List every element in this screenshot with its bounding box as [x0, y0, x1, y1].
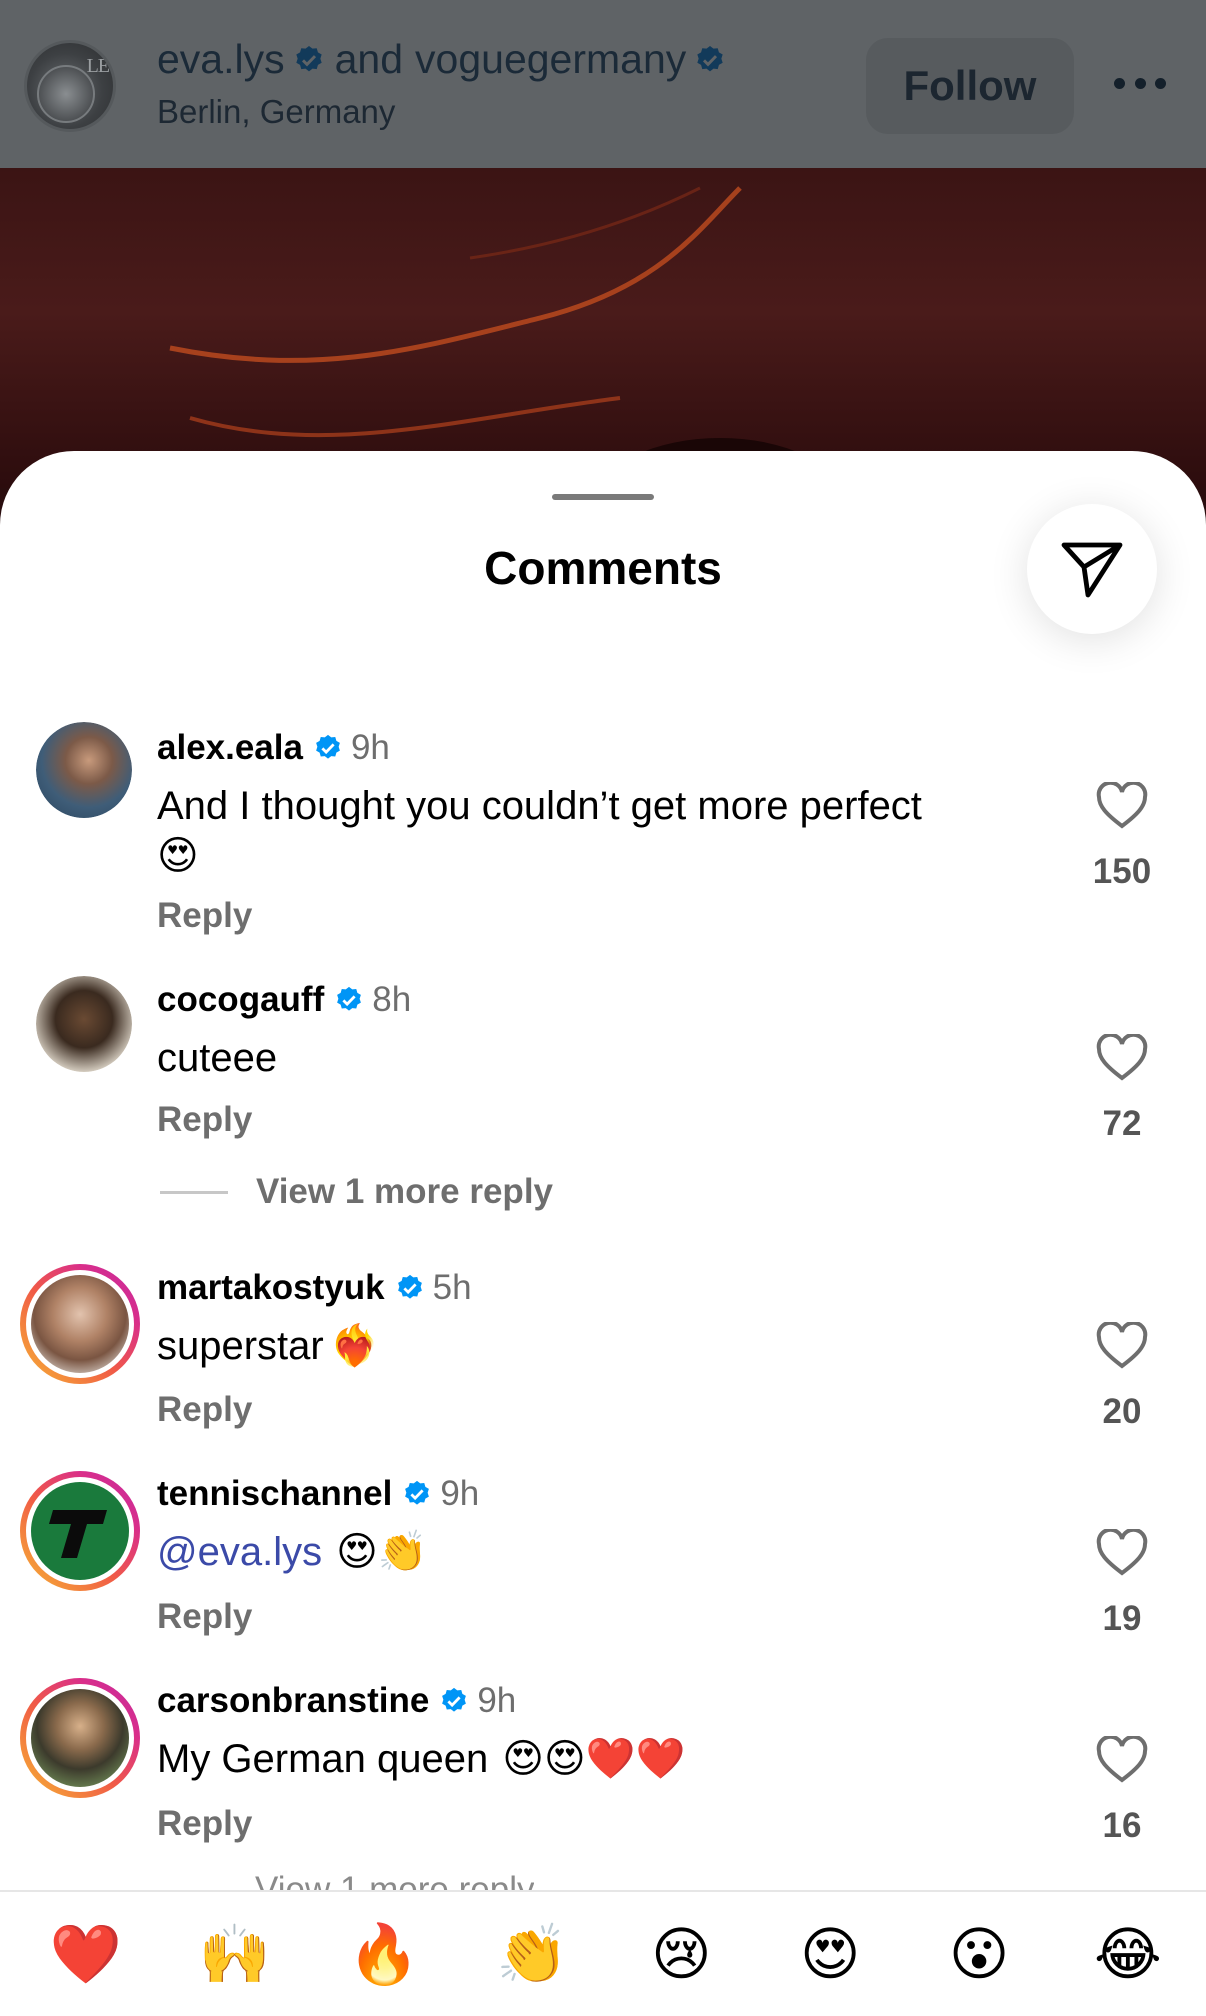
reaction-fire[interactable]: 🔥	[344, 1920, 424, 1989]
comment-username[interactable]: tennischannel	[157, 1474, 392, 1514]
comment-text-row: @eva.lys 😍👏	[157, 1526, 428, 1578]
comment-emoji: 😍	[157, 833, 199, 879]
reaction-crying[interactable]: 😢	[641, 1920, 721, 1988]
verified-badge-icon	[316, 734, 340, 759]
comment-text: superstar	[157, 1324, 324, 1368]
mention-link[interactable]: @eva.lys	[157, 1530, 322, 1574]
comment-username[interactable]: cocogauff	[157, 980, 324, 1020]
reaction-clap[interactable]: 👏	[493, 1920, 573, 1989]
post-author-2[interactable]: voguegermany	[415, 36, 686, 83]
paper-plane-icon	[1061, 542, 1123, 598]
verified-badge-icon	[295, 45, 322, 71]
view-replies-label: View 1 more reply	[256, 1172, 554, 1211]
heart-outline-icon[interactable]	[1096, 1322, 1148, 1370]
verified-badge-icon	[697, 45, 723, 71]
comment-time: 9h	[477, 1681, 517, 1720]
avatar-story-ring[interactable]	[20, 1471, 140, 1591]
heart-outline-icon[interactable]	[1096, 782, 1148, 830]
reaction-surprised[interactable]: 😮	[939, 1920, 1019, 1988]
comment-username[interactable]: carsonbranstine	[157, 1681, 429, 1721]
sheet-grabber[interactable]	[552, 494, 654, 500]
comment-time: 9h	[440, 1474, 480, 1513]
divider-line	[160, 1190, 228, 1194]
reply-button[interactable]: Reply	[157, 896, 252, 936]
like-count: 19	[1102, 1599, 1142, 1638]
verified-badge-icon	[397, 1274, 422, 1299]
comment-text: cuteee	[157, 1036, 278, 1080]
reply-button[interactable]: Reply	[157, 1390, 252, 1430]
post-header: LE eva.lys and voguegermany Berlin, Germ…	[0, 0, 1206, 168]
verified-badge-icon	[337, 986, 362, 1011]
post-connector: and	[334, 36, 404, 82]
comment-emoji: ❤️‍🔥	[329, 1323, 380, 1369]
comment-text-row: superstar ❤️‍🔥	[157, 1320, 380, 1372]
comment-emoji: 😍👏	[336, 1529, 428, 1575]
comment-text-row: My German queen 😍😍❤️❤️	[157, 1733, 685, 1785]
share-button[interactable]	[1027, 504, 1157, 634]
post-media	[0, 168, 1206, 488]
avatar[interactable]	[36, 722, 132, 818]
comment-time: 5h	[432, 1268, 472, 1307]
reply-button[interactable]: Reply	[157, 1597, 252, 1637]
like-count: 72	[1102, 1104, 1142, 1143]
post-location[interactable]: Berlin, Germany	[157, 93, 736, 131]
tennischannel-logo-icon	[49, 1510, 107, 1558]
like-count: 20	[1102, 1392, 1142, 1431]
like-count: 16	[1102, 1806, 1142, 1845]
avatar-logo-mark: LE	[86, 55, 110, 77]
quick-reactions-bar: ❤️ 🙌 🔥 👏 😢 😍 😮 😂	[0, 1890, 1206, 2016]
heart-outline-icon[interactable]	[1096, 1529, 1148, 1577]
post-author-1[interactable]: eva.lys	[157, 36, 285, 83]
like-count: 150	[1092, 852, 1152, 891]
comment-time: 9h	[350, 728, 390, 767]
post-author-avatar[interactable]: LE	[24, 40, 116, 132]
avatar-story-ring[interactable]	[20, 1264, 140, 1384]
reaction-heart-eyes[interactable]: 😍	[790, 1920, 870, 1988]
reaction-laughing[interactable]: 😂	[1088, 1920, 1168, 1988]
comment-username[interactable]: alex.eala	[157, 728, 303, 768]
heart-outline-icon[interactable]	[1096, 1736, 1148, 1784]
view-replies-cut[interactable]: View 1 more reply	[255, 1870, 534, 1890]
comment-emoji: 😍😍❤️❤️	[502, 1736, 686, 1782]
sheet-title: Comments	[484, 542, 722, 594]
verified-badge-icon	[442, 1687, 467, 1712]
reaction-heart[interactable]: ❤️	[46, 1920, 126, 1989]
verified-badge-icon	[405, 1480, 430, 1505]
reaction-raised-hands[interactable]: 🙌	[195, 1920, 275, 1989]
avatar-story-ring[interactable]	[20, 1678, 140, 1798]
comment-text: My German queen	[157, 1737, 489, 1781]
view-replies-button[interactable]: View 1 more reply	[160, 1172, 553, 1212]
heart-outline-icon[interactable]	[1096, 1034, 1148, 1082]
more-horizontal-icon[interactable]	[1114, 78, 1166, 92]
post-titles: eva.lys and voguegermany Berlin, Germany	[157, 36, 736, 131]
follow-button[interactable]: Follow	[866, 38, 1074, 134]
reply-button[interactable]: Reply	[157, 1804, 252, 1844]
comment-time: 8h	[372, 980, 412, 1019]
avatar[interactable]	[36, 976, 132, 1072]
comment-username[interactable]: martakostyuk	[157, 1268, 385, 1308]
reply-button[interactable]: Reply	[157, 1100, 252, 1140]
comment-text: And I thought you couldn’t get more perf…	[157, 784, 922, 828]
